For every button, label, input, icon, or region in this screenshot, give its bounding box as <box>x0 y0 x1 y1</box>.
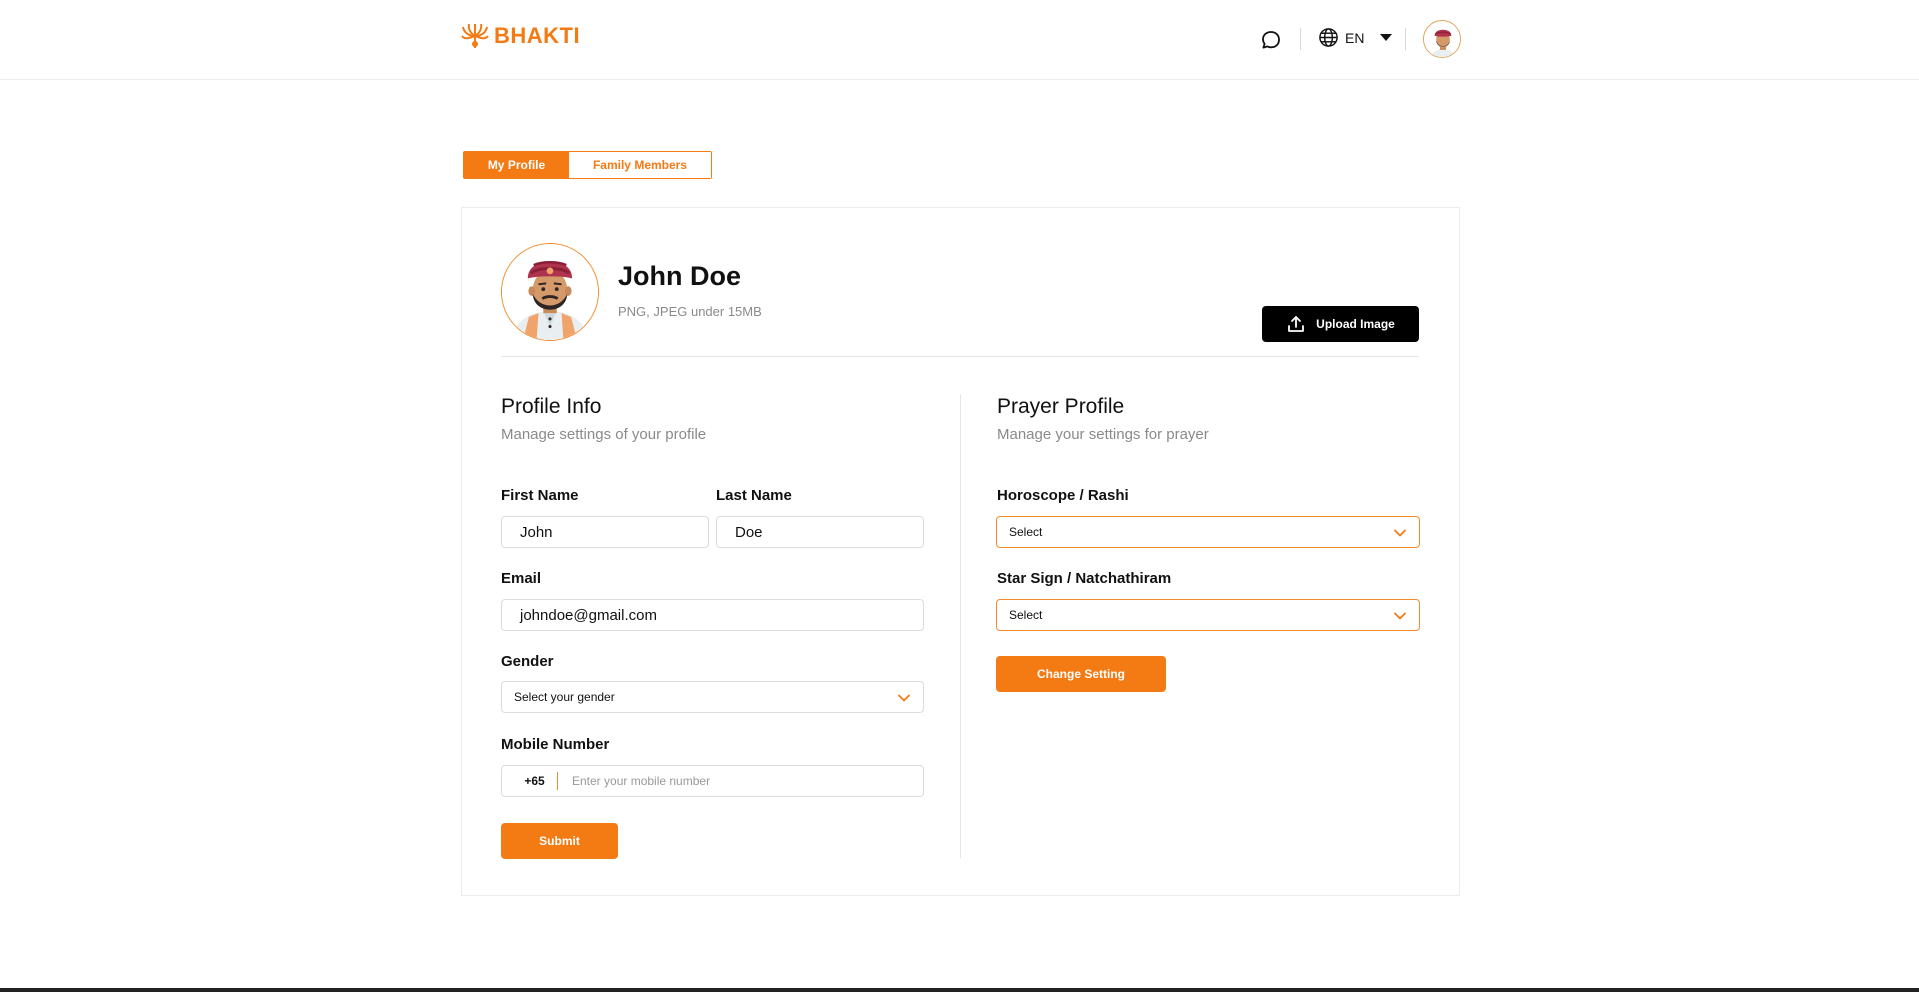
star-sign-select[interactable]: Select <box>996 599 1420 631</box>
avatar-icon <box>1424 21 1460 57</box>
profile-tabs: My Profile Family Members <box>463 151 712 179</box>
upload-hint: PNG, JPEG under 15MB <box>618 304 762 319</box>
email-input[interactable]: johndoe@gmail.com <box>501 599 924 631</box>
top-navbar: BHAKTI EN <box>0 0 1919 80</box>
globe-icon <box>1319 28 1338 47</box>
last-name-label: Last Name <box>716 487 792 504</box>
tab-my-profile[interactable]: My Profile <box>464 152 569 178</box>
chat-bubble-icon <box>1262 31 1280 49</box>
column-divider <box>960 394 961 858</box>
language-selector[interactable]: EN <box>1318 27 1393 48</box>
header-divider <box>1405 28 1406 50</box>
prayer-profile-subtitle: Manage your settings for prayer <box>997 426 1209 443</box>
tab-family-members[interactable]: Family Members <box>569 152 711 178</box>
section-divider <box>501 356 1419 357</box>
star-sign-label: Star Sign / Natchathiram <box>997 570 1172 587</box>
peacock-logo-icon <box>461 23 489 48</box>
profile-info-subtitle: Manage settings of your profile <box>501 426 707 443</box>
bottom-edge <box>0 988 1919 992</box>
gender-label: Gender <box>501 653 554 670</box>
star-sign-select-value: Select <box>1009 608 1043 622</box>
prayer-profile-title: Prayer Profile <box>997 395 1125 418</box>
upload-button-label: Upload Image <box>1316 317 1395 331</box>
mobile-number-field: +65 Enter your mobile number <box>501 765 924 797</box>
horoscope-label: Horoscope / Rashi <box>997 487 1129 504</box>
last-name-input[interactable]: Doe <box>716 516 924 548</box>
mobile-number-input[interactable]: Enter your mobile number <box>558 774 710 788</box>
gender-select-value: Select your gender <box>514 690 615 704</box>
chevron-down-icon <box>1394 529 1406 537</box>
brand-logo[interactable]: BHAKTI <box>460 22 580 50</box>
upload-icon <box>1288 316 1305 332</box>
chevron-down-icon <box>1394 612 1406 620</box>
email-label: Email <box>501 570 542 587</box>
mobile-label: Mobile Number <box>501 736 610 753</box>
profile-info-title: Profile Info <box>501 395 602 418</box>
language-label: EN <box>1345 29 1365 46</box>
horoscope-select[interactable]: Select <box>996 516 1420 548</box>
country-code-selector[interactable]: +65 <box>502 772 558 790</box>
profile-name: John Doe <box>618 261 742 291</box>
chat-button[interactable] <box>1258 27 1284 53</box>
header-divider <box>1300 28 1301 50</box>
change-setting-button[interactable]: Change Setting <box>996 656 1166 692</box>
profile-avatar <box>501 243 599 341</box>
upload-image-button[interactable]: Upload Image <box>1262 306 1419 342</box>
gender-select[interactable]: Select your gender <box>501 681 924 713</box>
brand-name: BHAKTI <box>494 23 581 48</box>
avatar-icon <box>502 244 598 340</box>
horoscope-select-value: Select <box>1009 525 1043 539</box>
chevron-down-icon <box>898 694 910 702</box>
submit-button[interactable]: Submit <box>501 823 618 859</box>
first-name-input[interactable]: John <box>501 516 709 548</box>
caret-down-icon <box>1380 34 1393 41</box>
user-avatar[interactable] <box>1423 20 1461 58</box>
first-name-label: First Name <box>501 487 579 504</box>
